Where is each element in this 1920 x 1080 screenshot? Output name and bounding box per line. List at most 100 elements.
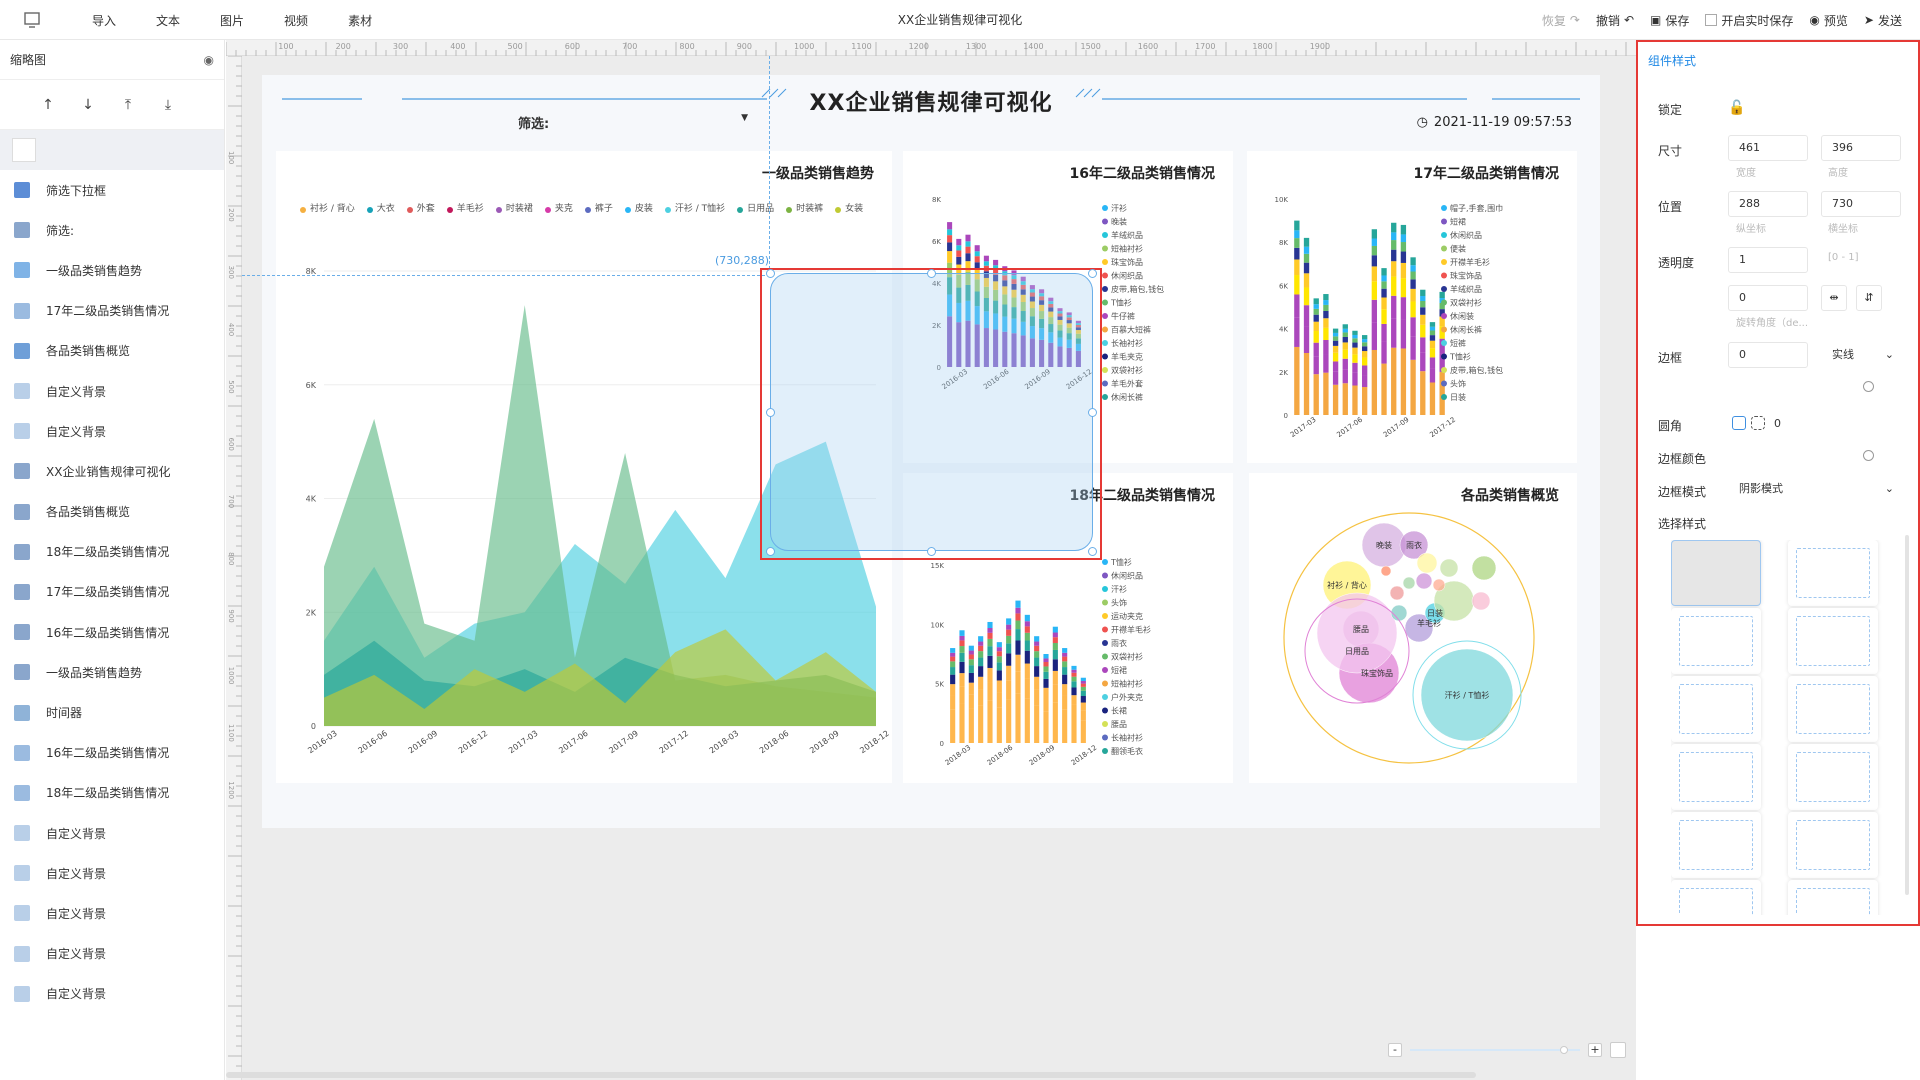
- border-style-option[interactable]: [1788, 608, 1878, 674]
- bar-segment: [965, 253, 971, 262]
- border-style-option[interactable]: [1671, 812, 1761, 878]
- resize-handle[interactable]: [927, 269, 936, 278]
- border-style-option[interactable]: [1788, 540, 1878, 606]
- layer-item[interactable]: 自定义背景: [0, 934, 224, 974]
- move-top-icon[interactable]: ⤒: [120, 97, 136, 113]
- layer-item[interactable]: 自定义背景: [0, 853, 224, 893]
- filter-dropdown[interactable]: 筛选: ▼: [518, 113, 748, 133]
- layer-item[interactable]: 自定义背景: [0, 974, 224, 1014]
- radius-value[interactable]: 0: [1774, 417, 1781, 430]
- menu-text[interactable]: 文本: [136, 12, 200, 29]
- home-icon[interactable]: [22, 10, 42, 30]
- border-style-option[interactable]: [1788, 880, 1878, 915]
- menu-import[interactable]: 导入: [72, 12, 136, 29]
- layer-item[interactable]: 自定义背景: [0, 371, 224, 411]
- border-style-option[interactable]: [1788, 812, 1878, 878]
- radius-individual-icon[interactable]: [1751, 416, 1765, 430]
- layer-item[interactable]: 17年二级品类销售情况: [0, 572, 224, 612]
- width-input[interactable]: 461: [1728, 135, 1808, 161]
- move-down-icon[interactable]: ↓: [80, 97, 96, 113]
- resize-handle[interactable]: [1088, 269, 1097, 278]
- layer-item[interactable]: 各品类销售概览: [0, 331, 224, 371]
- layer-item[interactable]: 时间器: [0, 692, 224, 732]
- flip-vertical-icon[interactable]: ⇵: [1856, 285, 1882, 311]
- layer-item[interactable]: 筛选下拉框: [0, 170, 224, 210]
- border-width-input[interactable]: 0: [1728, 342, 1808, 368]
- layer-item[interactable]: 自定义背景: [0, 893, 224, 933]
- layer-label: 筛选下拉框: [46, 183, 107, 198]
- zoom-slider[interactable]: [1410, 1046, 1580, 1054]
- fit-button[interactable]: [1610, 1042, 1626, 1058]
- layer-item[interactable]: 一级品类销售趋势: [0, 250, 224, 290]
- bar-segment: [1429, 348, 1436, 358]
- border-color-label: 边框颜色: [1658, 452, 1707, 466]
- save-button[interactable]: ▣ 保存: [1650, 12, 1689, 29]
- layer-item[interactable]: 自定义背景: [0, 813, 224, 853]
- bar-segment: [1429, 357, 1436, 369]
- move-up-icon[interactable]: ↑: [40, 97, 56, 113]
- zoom-out-button[interactable]: -: [1388, 1043, 1402, 1057]
- preview-button[interactable]: ◉ 预览: [1809, 12, 1848, 29]
- legend-label: 珠宝饰品: [1111, 257, 1143, 267]
- layer-item[interactable]: 18年二级品类销售情况: [0, 773, 224, 813]
- border-style-option[interactable]: [1671, 880, 1761, 915]
- bar-segment: [978, 636, 984, 642]
- ruler-label: 1400: [1023, 42, 1043, 51]
- border-style-option[interactable]: [1671, 744, 1761, 810]
- selected-layer-row[interactable]: [0, 130, 224, 170]
- menu-image[interactable]: 图片: [200, 12, 264, 29]
- opacity-input[interactable]: 1: [1728, 247, 1808, 273]
- legend-dot: [1102, 694, 1108, 700]
- flip-horizontal-icon[interactable]: ⇹: [1821, 285, 1847, 311]
- card-bubble-overview[interactable]: 各品类销售概览 晚装 雨衣 衬衫 / 背心 腰品 日用品 珠宝饰品 日装 羊毛衫 汗衫 / T恤…: [1249, 473, 1577, 783]
- layer-item[interactable]: 一级品类销售趋势: [0, 652, 224, 692]
- border-mode-select[interactable]: 阴影模式 ⌄: [1728, 476, 1901, 502]
- layer-item[interactable]: 17年二级品类销售情况: [0, 291, 224, 331]
- realtime-save-toggle[interactable]: 开启实时保存: [1705, 12, 1793, 29]
- layer-item[interactable]: 18年二级品类销售情况: [0, 532, 224, 572]
- bar-segment: [1371, 245, 1378, 256]
- menu-material[interactable]: 素材: [328, 12, 392, 29]
- resize-handle[interactable]: [927, 547, 936, 556]
- horizontal-scrollbar[interactable]: [226, 1072, 1476, 1078]
- border-style-option[interactable]: [1671, 540, 1761, 606]
- resize-handle[interactable]: [1088, 547, 1097, 556]
- pos-x-input[interactable]: 288: [1728, 191, 1808, 217]
- move-bottom-icon[interactable]: ⤓: [160, 97, 176, 113]
- eye-icon[interactable]: ◉: [204, 53, 214, 67]
- resize-handle[interactable]: [766, 547, 775, 556]
- card-bar-2017[interactable]: 17年二级品类销售情况 0 2K 4K 6K 8K 10K 2017-03 2017-06 20…: [1247, 151, 1577, 463]
- layer-item[interactable]: XX企业销售规律可视化: [0, 451, 224, 491]
- layer-item[interactable]: 自定义背景: [0, 411, 224, 451]
- layer-label: 16年二级品类销售情况: [46, 746, 170, 761]
- restore-button[interactable]: 恢复 ↷: [1542, 12, 1580, 29]
- publish-button[interactable]: ➤ 发送: [1864, 12, 1902, 29]
- layer-item[interactable]: 各品类销售概览: [0, 492, 224, 532]
- border-color-picker[interactable]: [1728, 374, 1901, 400]
- layer-item[interactable]: 筛选:: [0, 210, 224, 250]
- zoom-in-button[interactable]: +: [1588, 1043, 1602, 1057]
- border-color-select[interactable]: [1728, 443, 1901, 469]
- legend-dot: [1102, 734, 1108, 741]
- layer-item[interactable]: 16年二级品类销售情况: [0, 612, 224, 652]
- border-style-select[interactable]: 实线 ⌄: [1821, 342, 1901, 368]
- layer-label: 18年二级品类销售情况: [46, 786, 170, 801]
- resize-handle[interactable]: [766, 269, 775, 278]
- zoom-thumb[interactable]: [1560, 1046, 1568, 1054]
- resize-handle[interactable]: [1088, 408, 1097, 417]
- resize-handle[interactable]: [766, 408, 775, 417]
- style-scrollbar[interactable]: [1905, 535, 1909, 895]
- menu-video[interactable]: 视频: [264, 12, 328, 29]
- border-style-option[interactable]: [1671, 608, 1761, 674]
- lock-icon[interactable]: 🔓: [1728, 100, 1745, 116]
- rotate-input[interactable]: 0: [1728, 285, 1808, 311]
- border-style-option[interactable]: [1788, 744, 1878, 810]
- border-style-option[interactable]: [1671, 676, 1761, 742]
- height-input[interactable]: 396: [1821, 135, 1901, 161]
- checkbox-icon[interactable]: [1705, 14, 1718, 26]
- pos-y-input[interactable]: 730: [1821, 191, 1901, 217]
- undo-button[interactable]: 撤销 ↶: [1596, 12, 1634, 29]
- radius-all-icon[interactable]: [1732, 416, 1746, 430]
- layer-item[interactable]: 16年二级品类销售情况: [0, 733, 224, 773]
- border-style-option[interactable]: [1788, 676, 1878, 742]
